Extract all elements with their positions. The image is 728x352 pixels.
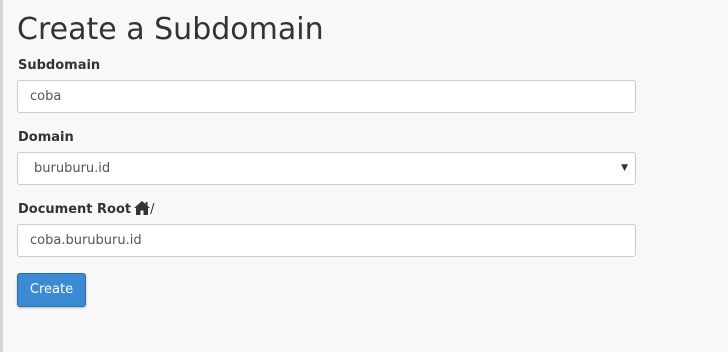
document-root-input[interactable]: coba.buruburu.id [17, 224, 636, 257]
create-button[interactable]: Create [17, 273, 86, 307]
document-root-label: Document Root [18, 202, 132, 217]
domain-label: Domain [18, 130, 74, 145]
subdomain-label: Subdomain [18, 58, 101, 73]
home-icon [134, 201, 151, 215]
domain-select-value: buruburu.id [34, 161, 111, 176]
left-panel-edge [0, 0, 3, 352]
subdomain-input[interactable]: coba [17, 80, 636, 113]
document-root-prefix: / [150, 202, 155, 217]
page-title: Create a Subdomain [17, 12, 324, 47]
caret-down-icon: ▼ [621, 163, 628, 173]
document-root-label-row: Document Root / [18, 201, 155, 219]
domain-select[interactable]: buruburu.id ▼ [17, 152, 636, 185]
